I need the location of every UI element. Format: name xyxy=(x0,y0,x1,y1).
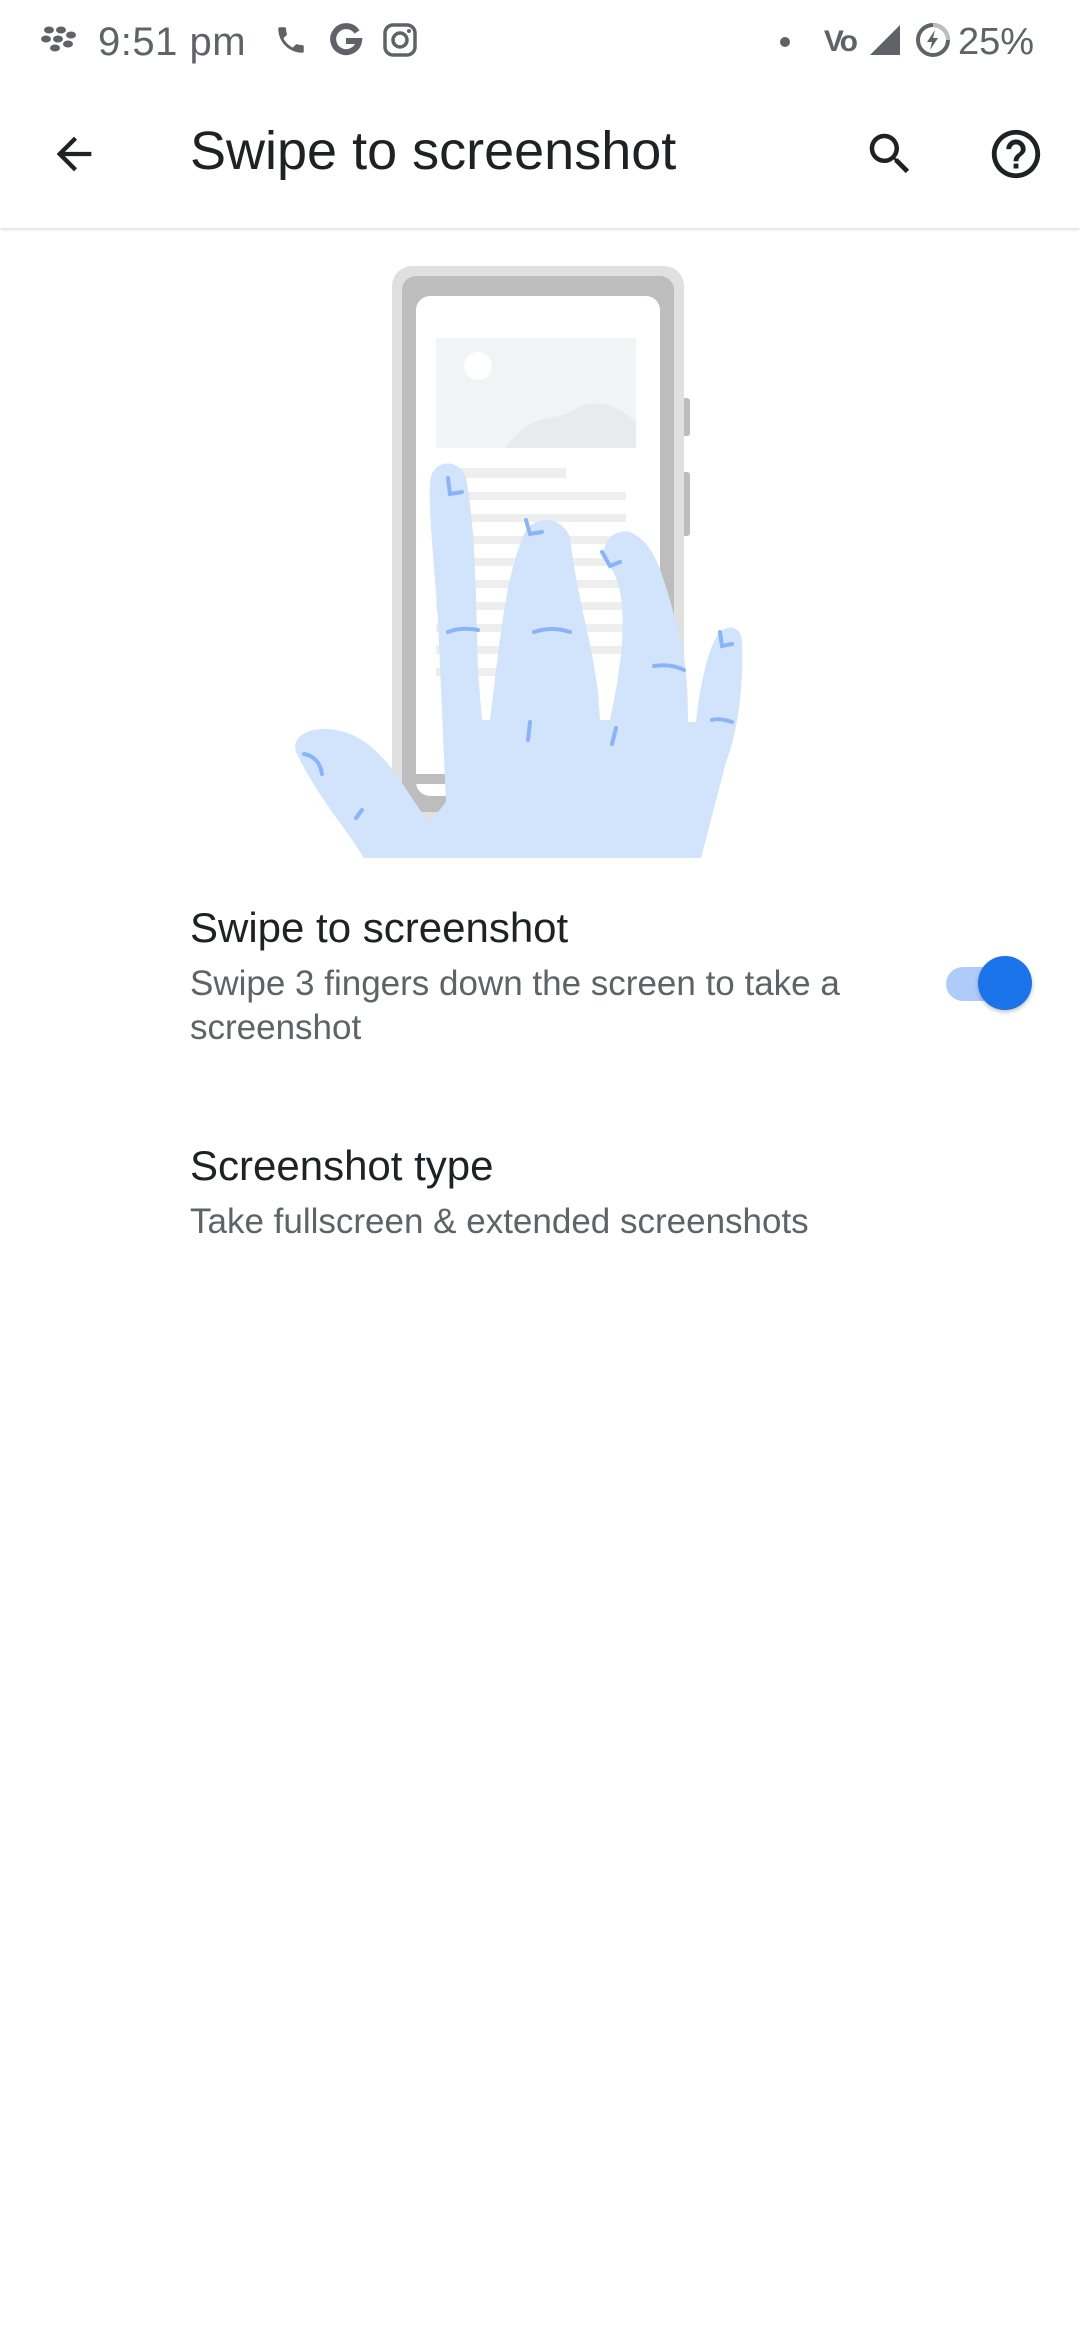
blackberry-icon xyxy=(40,25,78,60)
arrow-back-icon xyxy=(48,128,100,185)
help-icon xyxy=(987,125,1045,188)
preference-summary: Swipe 3 fingers down the screen to take … xyxy=(190,964,840,1047)
search-button[interactable] xyxy=(842,108,938,204)
notification-dot-icon xyxy=(779,37,790,47)
preference-summary: Take fullscreen & extended screenshots xyxy=(190,1202,809,1241)
volte-icon: Vo xyxy=(823,25,858,58)
preference-title: Screenshot type xyxy=(190,1142,494,1189)
page-title: Swipe to screenshot xyxy=(190,121,677,181)
battery-percent: 25% xyxy=(957,20,1034,63)
screenshot-type-preference[interactable]: Screenshot type Take fullscreen & extend… xyxy=(0,1118,1080,1264)
signal-icon xyxy=(868,23,902,62)
preference-title: Swipe to screenshot xyxy=(190,904,569,951)
app-bar: Swipe to screenshot xyxy=(0,84,1080,228)
phone-icon xyxy=(274,23,308,62)
status-bar-left: 9:51 pm xyxy=(40,14,418,70)
google-g-icon xyxy=(326,20,366,65)
help-button[interactable] xyxy=(968,108,1064,204)
hand-swipe-phone-illustration xyxy=(280,262,760,862)
instagram-icon xyxy=(382,22,418,63)
swipe-to-screenshot-switch[interactable] xyxy=(942,950,1032,1010)
swipe-to-screenshot-preference[interactable]: Swipe to screenshot Swipe 3 fingers down… xyxy=(0,880,1080,1080)
status-bar: 9:51 pm Vo 25% xyxy=(0,0,1080,84)
status-bar-right: Vo 25% xyxy=(779,14,1034,70)
back-button[interactable] xyxy=(26,108,122,204)
battery-saver-icon xyxy=(914,21,952,64)
status-time: 9:51 pm xyxy=(98,19,247,64)
search-icon xyxy=(863,127,917,186)
image-sun xyxy=(464,352,492,380)
switch-thumb xyxy=(978,956,1032,1010)
